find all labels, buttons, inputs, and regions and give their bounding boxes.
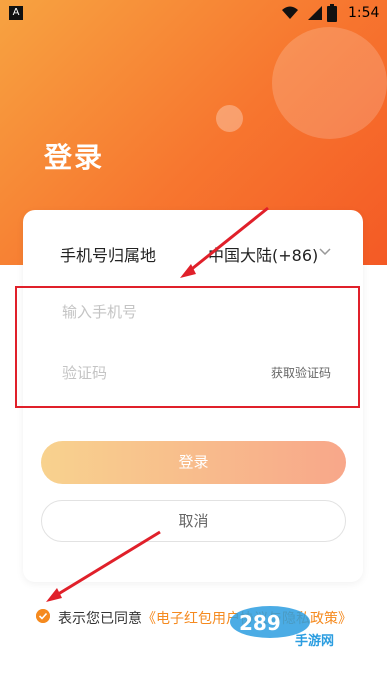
decorative-circle-large	[272, 27, 387, 139]
svg-text:289: 289	[239, 611, 281, 635]
status-bar: A 1:54	[0, 0, 387, 28]
watermark-text: 手游网	[295, 634, 335, 649]
signal-icon	[308, 6, 322, 20]
page-title: 登录	[44, 141, 105, 174]
agreement-prefix: 表示您已同意	[58, 611, 142, 627]
login-button[interactable]: 登录	[41, 441, 346, 484]
arrow-head-bottom	[46, 588, 62, 602]
status-time: 1:54	[348, 5, 380, 21]
checkbox-checked-icon[interactable]	[36, 609, 50, 623]
chevron-down-icon[interactable]	[318, 245, 332, 259]
app-notification-icon: A	[9, 6, 23, 20]
decorative-circle-small	[216, 105, 243, 132]
region-select[interactable]: 中国大陆(+86)	[208, 242, 318, 266]
wifi-icon	[282, 6, 298, 19]
region-label: 手机号归属地	[60, 246, 157, 265]
battery-icon	[327, 4, 337, 22]
highlight-box	[15, 286, 360, 408]
cancel-button[interactable]: 取消	[41, 500, 346, 542]
